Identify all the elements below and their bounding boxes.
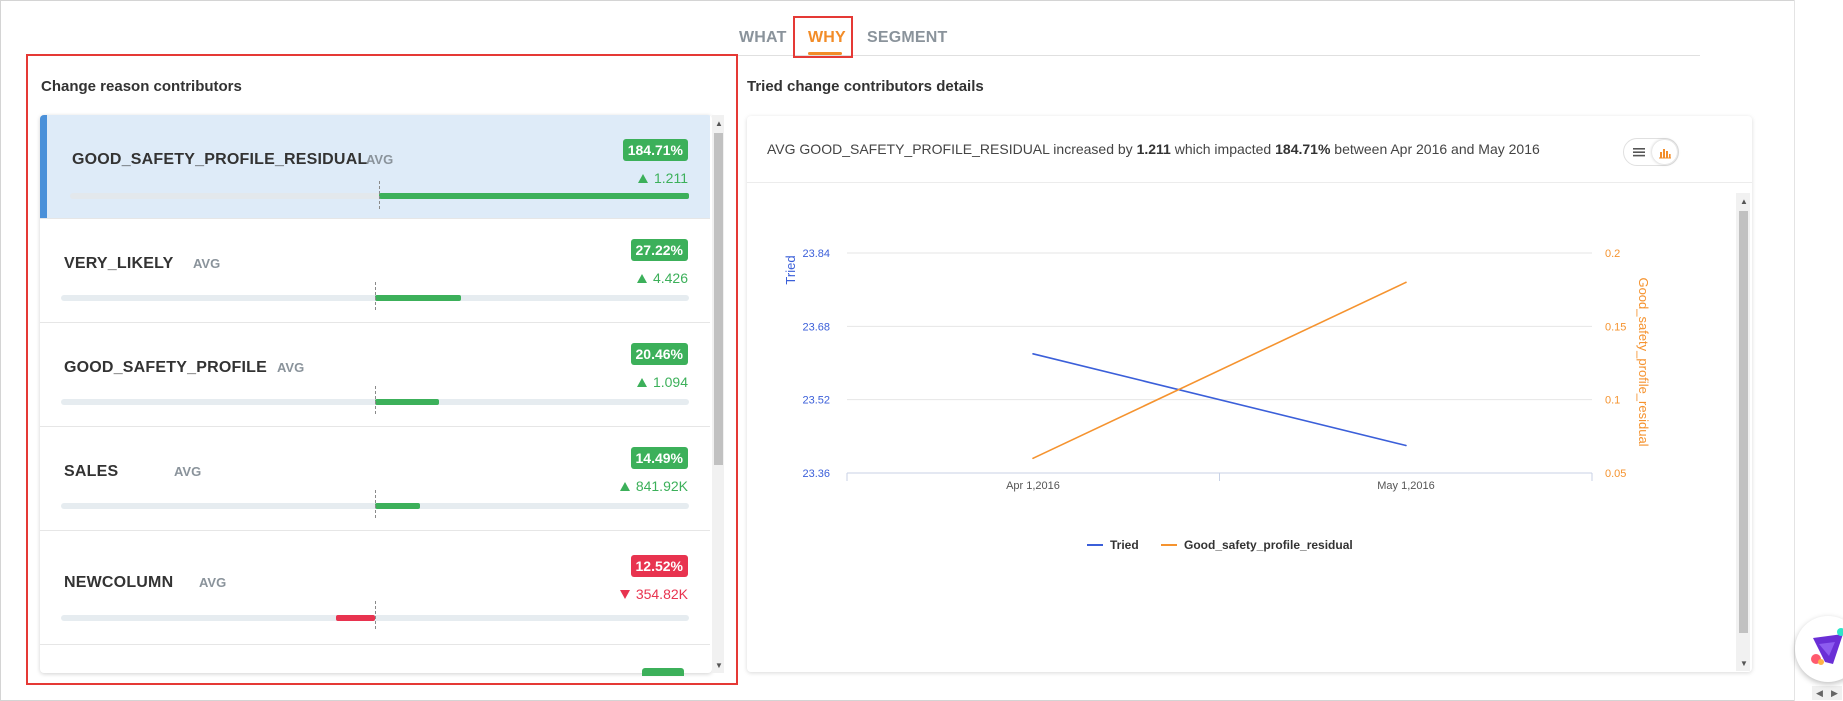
tab-bar: WHAT WHY SEGMENT	[730, 16, 1700, 56]
y-axis-title-left: Tried	[783, 255, 798, 284]
why-tab-highlight-box	[793, 16, 853, 58]
y-tick-label-right: 0.05	[1605, 468, 1626, 480]
scroll-right-icon[interactable]: ▶	[1831, 688, 1838, 699]
y-tick-label-left: 23.36	[802, 468, 830, 480]
scrollbar-thumb[interactable]	[1739, 211, 1748, 633]
y-tick-label-right: 0.1	[1605, 395, 1620, 407]
data-point	[1405, 444, 1407, 447]
bar-chart-icon[interactable]	[1652, 140, 1677, 164]
assistant-launcher-button[interactable]	[1795, 616, 1843, 682]
scroll-up-icon[interactable]: ▲	[1740, 197, 1748, 206]
horizontal-scroll-arrows[interactable]: ◀ ▶	[1812, 686, 1842, 700]
summary-middle: which impacted	[1170, 141, 1276, 157]
line-chart: 23.36 23.52 23.68 23.84 0.05 0.1 0.15 0.2 Apr 1,…	[783, 248, 1651, 552]
view-toggle[interactable]	[1623, 138, 1679, 166]
y-tick-label-left: 23.52	[802, 395, 830, 407]
data-point	[1032, 457, 1034, 460]
details-title: Tried change contributors details	[747, 78, 984, 95]
scroll-down-icon[interactable]: ▼	[1740, 659, 1748, 668]
list-icon[interactable]	[1626, 140, 1651, 164]
tab-what[interactable]: WHAT	[739, 29, 787, 47]
details-scrollbar[interactable]: ▲ ▼	[1736, 193, 1750, 671]
y-tick-label-right: 0.15	[1605, 321, 1626, 333]
change-summary: AVG GOOD_SAFETY_PROFILE_RESIDUAL increas…	[767, 141, 1540, 157]
summary-prefix: AVG GOOD_SAFETY_PROFILE_RESIDUAL increas…	[767, 141, 1137, 157]
assistant-logo-icon	[1811, 628, 1843, 665]
y-tick-label-right: 0.2	[1605, 248, 1620, 260]
x-tick-label: May 1,2016	[1377, 480, 1434, 492]
scroll-left-icon[interactable]: ◀	[1816, 688, 1823, 699]
y-tick-label-left: 23.84	[802, 248, 830, 260]
x-tick-label: Apr 1,2016	[1006, 480, 1060, 492]
summary-change-value: 1.211	[1136, 141, 1171, 157]
legend-label: Good_safety_profile_residual	[1184, 538, 1353, 552]
card-divider	[747, 182, 1752, 183]
legend-label: Tried	[1110, 538, 1139, 552]
y-tick-label-left: 23.68	[802, 321, 830, 333]
tab-segment[interactable]: SEGMENT	[867, 29, 948, 47]
right-gutter	[1794, 0, 1843, 701]
data-point	[1405, 281, 1407, 284]
left-panel-highlight-box	[26, 54, 738, 685]
data-point	[1032, 353, 1034, 355]
summary-suffix: between Apr 2016 and May 2016	[1330, 141, 1540, 157]
summary-impact-value: 184.71%	[1275, 141, 1331, 157]
y-axis-title-right: Good_safety_profile_residual	[1636, 277, 1651, 446]
